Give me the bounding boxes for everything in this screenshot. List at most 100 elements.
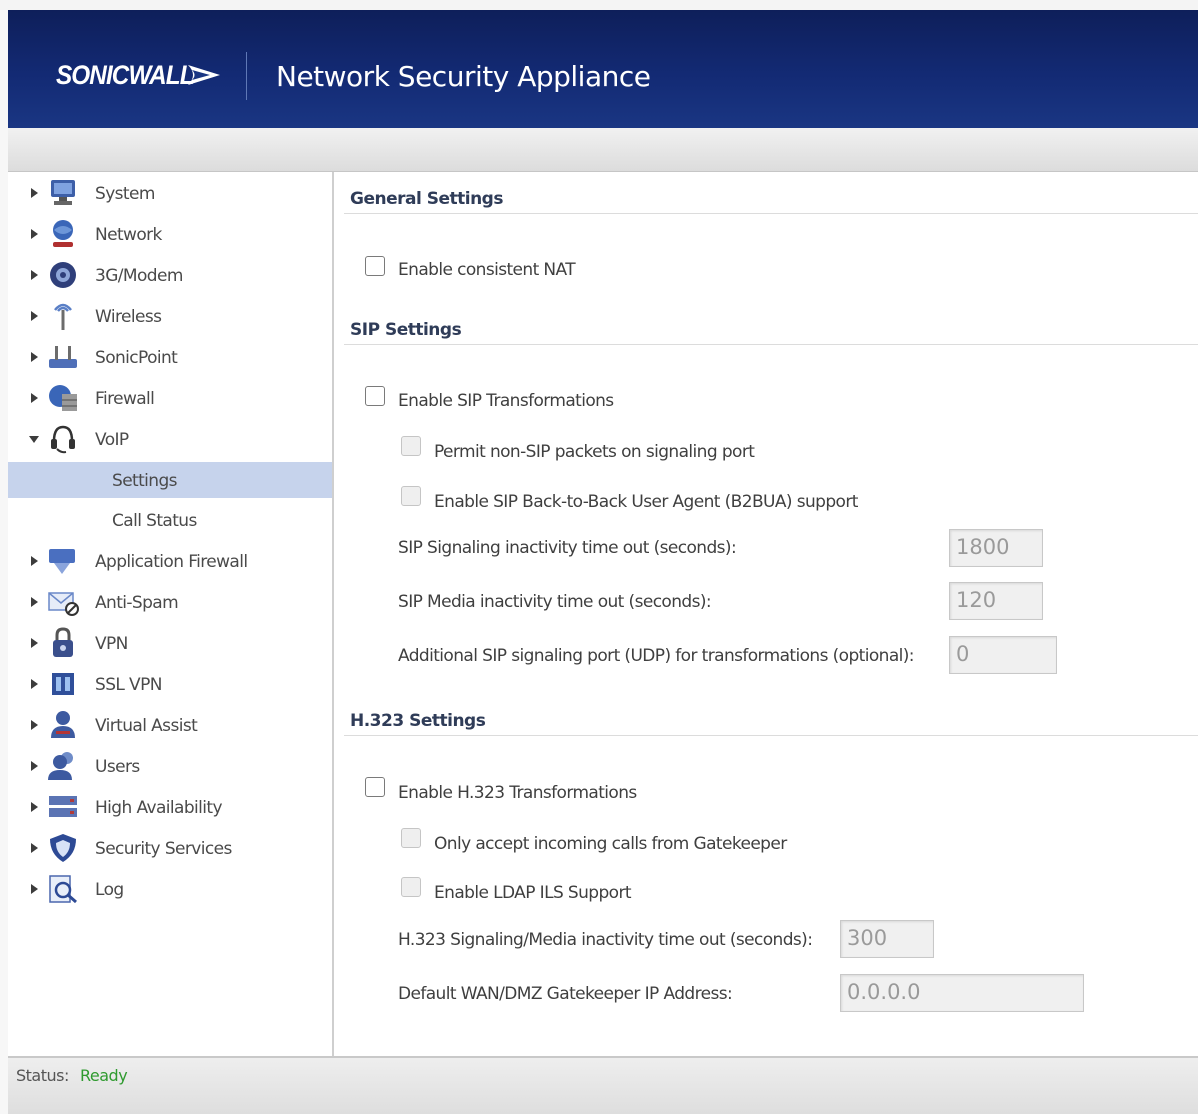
magnifier-log-icon: [49, 875, 77, 904]
sidebar-item-anti-spam[interactable]: Anti-Spam: [8, 584, 332, 620]
gatekeeper-only-label: Only accept incoming calls from Gatekeep…: [434, 834, 787, 854]
sip-signaling-timeout-label: SIP Signaling inactivity time out (secon…: [398, 538, 737, 558]
assist-user-icon: [51, 711, 75, 738]
sidebar-item-label: SonicPoint: [95, 348, 178, 368]
sidebar-item-wireless[interactable]: Wireless: [8, 298, 332, 334]
h323-timeout-label: H.323 Signaling/Media inactivity time ou…: [398, 930, 813, 950]
sidebar-item-users[interactable]: Users: [8, 748, 332, 784]
anti-spam-icon: [48, 592, 79, 616]
sidebar-item-label: Log: [95, 880, 124, 900]
sidebar-item-label: VoIP: [95, 430, 129, 450]
expand-arrow-icon[interactable]: [28, 310, 40, 322]
additional-sip-port-label: Additional SIP signaling port (UDP) for …: [398, 646, 915, 666]
expand-arrow-icon[interactable]: [28, 351, 40, 363]
sidebar-item-label: Call Status: [112, 511, 197, 531]
section-divider: [344, 735, 1198, 736]
ldap-ils-label: Enable LDAP ILS Support: [434, 883, 632, 903]
h323-timeout-input[interactable]: 300: [840, 920, 934, 958]
permit-non-sip-label: Permit non-SIP packets on signaling port: [434, 442, 755, 462]
h323-settings-heading: H.323 Settings: [350, 711, 486, 731]
expand-arrow-icon[interactable]: [28, 883, 40, 895]
expand-arrow-icon[interactable]: [28, 228, 40, 240]
expand-arrow-icon[interactable]: [28, 842, 40, 854]
section-divider: [344, 344, 1198, 345]
b2bua-checkbox[interactable]: [401, 486, 421, 506]
monitor-icon: [51, 180, 75, 205]
sidebar-item-label: Virtual Assist: [95, 716, 198, 736]
sidebar-nav: System Network 3G/Modem Wireless SonicPo: [8, 172, 334, 1056]
sidebar-item-label: Anti-Spam: [95, 593, 179, 613]
sidebar-subitem-call-status[interactable]: Call Status: [8, 502, 332, 538]
expand-arrow-icon[interactable]: [28, 801, 40, 813]
sidebar-item-label: Users: [95, 757, 140, 777]
sidebar-item-label: Application Firewall: [95, 552, 248, 572]
general-settings-heading: General Settings: [350, 189, 503, 209]
sip-transformations-label: Enable SIP Transformations: [398, 391, 614, 411]
status-bar: Status: Ready: [8, 1056, 1198, 1114]
sonicwall-logo: SONICWALL: [56, 60, 195, 90]
sip-media-timeout-label: SIP Media inactivity time out (seconds):: [398, 592, 712, 612]
gatekeeper-ip-label: Default WAN/DMZ Gatekeeper IP Address:: [398, 984, 733, 1004]
firewall-icon: [49, 385, 77, 411]
additional-sip-port-input[interactable]: 0: [949, 636, 1057, 674]
sidebar-item-security-services[interactable]: Security Services: [8, 830, 332, 866]
consistent-nat-checkbox[interactable]: [365, 256, 385, 276]
sidebar-item-label: Firewall: [95, 389, 155, 409]
sidebar-item-sonicpoint[interactable]: SonicPoint: [8, 339, 332, 375]
expand-arrow-icon[interactable]: [28, 637, 40, 649]
sip-media-timeout-input[interactable]: 120: [949, 582, 1043, 620]
expand-arrow-icon[interactable]: [28, 678, 40, 690]
expand-arrow-icon[interactable]: [28, 392, 40, 404]
gatekeeper-ip-input[interactable]: 0.0.0.0: [840, 974, 1084, 1012]
antenna-icon: [54, 303, 72, 330]
status-label: Status:: [16, 1066, 69, 1085]
sidebar-item-label: Security Services: [95, 839, 232, 859]
sidebar-item-log[interactable]: Log: [8, 871, 332, 907]
sidebar-item-label: Wireless: [95, 307, 162, 327]
sidebar-item-label: VPN: [95, 634, 128, 654]
expand-arrow-icon[interactable]: [28, 719, 40, 731]
sidebar-item-application-firewall[interactable]: Application Firewall: [8, 543, 332, 579]
sidebar-item-virtual-assist[interactable]: Virtual Assist: [8, 707, 332, 743]
access-point-icon: [49, 346, 77, 368]
h323-transformations-label: Enable H.323 Transformations: [398, 783, 637, 803]
sidebar-item-vpn[interactable]: VPN: [8, 625, 332, 661]
sidebar-item-3g-modem[interactable]: 3G/Modem: [8, 257, 332, 293]
status-value: Ready: [80, 1066, 128, 1085]
settings-panel: General Settings Enable consistent NAT S…: [336, 172, 1198, 1056]
sidebar-item-system[interactable]: System: [8, 175, 332, 211]
sidebar-subitem-voip-settings[interactable]: Settings: [8, 462, 332, 498]
lock-icon: [53, 627, 73, 657]
expand-arrow-icon[interactable]: [28, 269, 40, 281]
shield-icon: [50, 834, 76, 862]
product-title: Network Security Appliance: [276, 60, 651, 93]
expand-arrow-icon[interactable]: [28, 555, 40, 567]
sidebar-item-label: SSL VPN: [95, 675, 162, 695]
sip-transformations-checkbox[interactable]: [365, 386, 385, 406]
sidebar-item-ssl-vpn[interactable]: SSL VPN: [8, 666, 332, 702]
consistent-nat-label: Enable consistent NAT: [398, 260, 576, 280]
expand-arrow-icon[interactable]: [28, 596, 40, 608]
b2bua-label: Enable SIP Back-to-Back User Agent (B2BU…: [434, 492, 858, 512]
h323-transformations-checkbox[interactable]: [365, 777, 385, 797]
sidebar-item-high-availability[interactable]: High Availability: [8, 789, 332, 825]
sidebar-item-firewall[interactable]: Firewall: [8, 380, 332, 416]
sidebar-item-label: High Availability: [95, 798, 223, 818]
sidebar-item-label: Settings: [112, 471, 178, 491]
gatekeeper-only-checkbox[interactable]: [401, 828, 421, 848]
expand-arrow-icon[interactable]: [28, 760, 40, 772]
toolbar-strip: [8, 128, 1198, 172]
sip-settings-heading: SIP Settings: [350, 320, 462, 340]
sip-signaling-timeout-input[interactable]: 1800: [949, 529, 1043, 567]
window-left-edge: [0, 10, 8, 1114]
collapse-arrow-icon[interactable]: [28, 433, 40, 445]
permit-non-sip-checkbox[interactable]: [401, 436, 421, 456]
header-divider: [246, 52, 247, 100]
sidebar-item-label: 3G/Modem: [95, 266, 183, 286]
ldap-ils-checkbox[interactable]: [401, 877, 421, 897]
expand-arrow-icon[interactable]: [28, 187, 40, 199]
sidebar-item-label: System: [95, 184, 155, 204]
sidebar-item-network[interactable]: Network: [8, 216, 332, 252]
sidebar-item-voip[interactable]: VoIP: [8, 421, 332, 457]
app-header: SONICWALL Network Security Appliance: [8, 10, 1198, 128]
